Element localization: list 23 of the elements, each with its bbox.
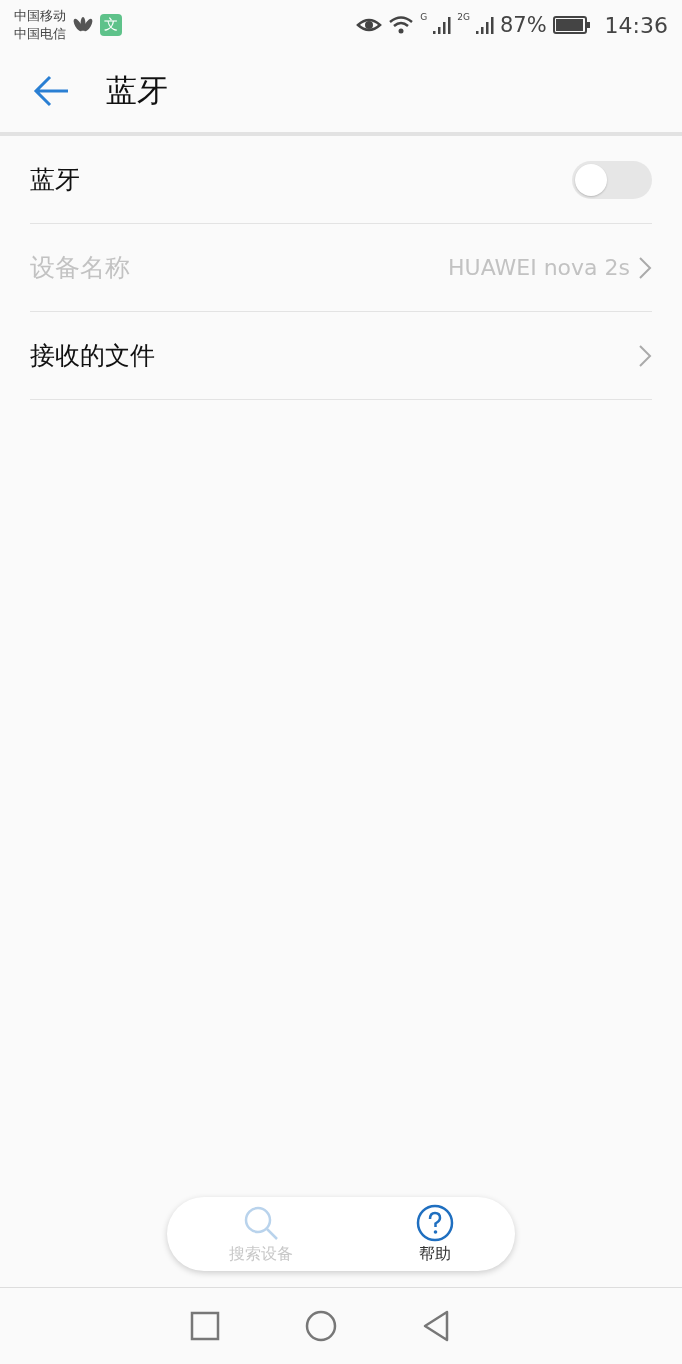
battery-icon [552, 16, 591, 34]
action-button[interactable]: 帮助 [415, 1203, 454, 1265]
flower-icon [72, 17, 94, 33]
network-label: 2G [457, 12, 470, 22]
row-label: 接收的文件 [30, 340, 156, 372]
help-icon [415, 1203, 454, 1242]
toggle-switch[interactable] [572, 160, 652, 199]
row-value: HUAWEI nova 2s [448, 255, 630, 280]
clock-time: 14:36 [604, 12, 668, 38]
chevron-right-icon [638, 255, 652, 280]
wifi-icon [388, 15, 415, 35]
battery-percent: 87% [499, 13, 547, 37]
network-label: G [420, 12, 428, 22]
app-badge: 文 [100, 14, 122, 36]
chevron-right-icon [638, 343, 652, 368]
signal-icon [475, 15, 494, 35]
circle-icon[interactable] [303, 1308, 339, 1344]
signal-icon [433, 15, 452, 35]
carrier-name: 中国电信 [14, 25, 66, 43]
row-label: 蓝牙 [30, 164, 81, 196]
page-title: 蓝牙 [106, 71, 168, 110]
carrier-name: 中国移动 [14, 7, 66, 25]
row-label: 设备名称 [30, 252, 131, 284]
